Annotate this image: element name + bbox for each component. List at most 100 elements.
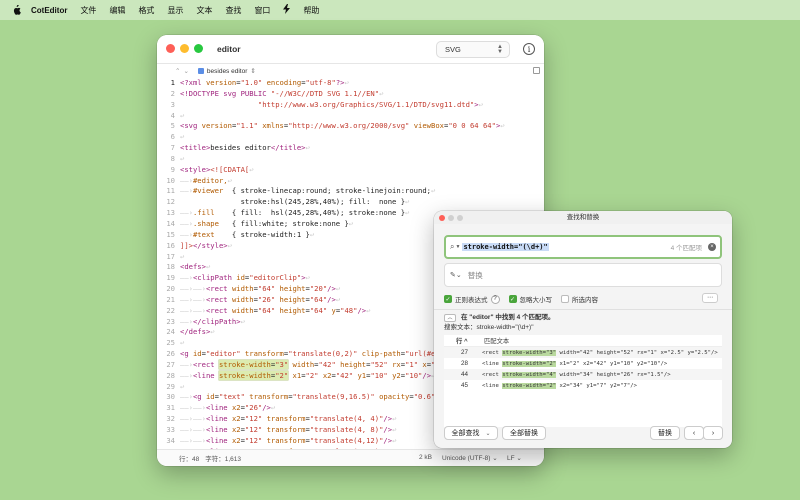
- code-line[interactable]: 10 ——›#editor,↩: [157, 176, 544, 187]
- code-text[interactable]: ——›——›<line x2="12" transform="translate…: [175, 425, 396, 436]
- code-text[interactable]: <svg version="1.1" xmlns="http://www.w3.…: [175, 121, 505, 132]
- code-text[interactable]: ——›——›<rect width="64" height="64" y="48…: [175, 306, 370, 317]
- result-row[interactable]: 28 <line stroke-width="2" x1="2" x2="42" …: [444, 358, 722, 369]
- code-text[interactable]: ↩: [175, 111, 184, 122]
- outline-menu[interactable]: besides editor ⇕: [197, 67, 256, 75]
- line-number: 7: [170, 143, 175, 153]
- encoding-popup[interactable]: Unicode (UTF-8) ⌄: [442, 454, 498, 462]
- result-context: <rect stroke-width="4" width="34" height…: [482, 371, 671, 378]
- search-icon[interactable]: ⌕: [450, 242, 454, 252]
- in-selection-option[interactable]: 所选内容: [561, 294, 598, 304]
- code-line[interactable]: 8 ↩: [157, 154, 544, 165]
- menu-file[interactable]: 文件: [80, 5, 96, 16]
- line-number: 31: [166, 403, 175, 413]
- code-text[interactable]: ↩: [175, 382, 184, 393]
- code-text[interactable]: ——›——›<rect width="64" height="20"/>↩: [175, 284, 340, 295]
- code-text[interactable]: ——›——›<line x2="12" transform="translate…: [175, 436, 396, 447]
- replace-all-button[interactable]: 全部替换: [502, 426, 546, 440]
- more-options-icon[interactable]: ⋯: [702, 293, 718, 303]
- code-text[interactable]: ——›——›<line x2="26"/>↩: [175, 403, 275, 414]
- results-table[interactable]: 行 ^ 匹配文本 27 <rect stroke-width="3" width=…: [444, 335, 722, 427]
- menu-text[interactable]: 文本: [196, 5, 212, 16]
- result-row[interactable]: 27 <rect stroke-width="3" width="42" heig…: [444, 347, 722, 358]
- chevron-down-icon[interactable]: ▼: [455, 244, 460, 250]
- code-text[interactable]: ↩: [175, 252, 184, 263]
- code-text[interactable]: ——›<rect stroke-width="3" width="42" hei…: [175, 359, 466, 371]
- code-text[interactable]: <?xml version="1.0" encoding="utf-8"?>↩: [175, 78, 349, 89]
- code-line[interactable]: 11 ——›#viewer { stroke-linecap:round; str…: [157, 186, 544, 197]
- code-text[interactable]: ——›#viewer { stroke-linecap:round; strok…: [175, 186, 435, 197]
- menu-window[interactable]: 窗口: [254, 5, 270, 16]
- clear-icon[interactable]: ×: [708, 243, 716, 251]
- result-row[interactable]: 44 <rect stroke-width="4" width="34" heig…: [444, 369, 722, 380]
- line-number: 5: [170, 121, 175, 131]
- zoom-button[interactable]: [194, 44, 203, 53]
- code-line[interactable]: 12 stroke:hsl(245,28%,40%); fill: none }…: [157, 197, 544, 208]
- menu-find[interactable]: 查找: [225, 5, 241, 16]
- code-text[interactable]: ——›——›<line x2="12" transform="translate…: [175, 414, 396, 425]
- in-selection-checkbox[interactable]: [561, 295, 569, 303]
- code-line[interactable]: 2 <!DOCTYPE svg PUBLIC "-//W3C//DTD SVG 1…: [157, 89, 544, 100]
- close-button[interactable]: [166, 44, 175, 53]
- code-text[interactable]: ——›.shape { fill:white; stroke:none }↩: [175, 219, 353, 230]
- ignore-case-option[interactable]: ✓ 忽略大小写: [508, 294, 552, 304]
- previous-button[interactable]: ‹: [684, 426, 704, 440]
- code-text[interactable]: <style><![CDATA[↩: [175, 165, 254, 176]
- code-text[interactable]: ]]></style>↩: [175, 241, 232, 252]
- menu-app[interactable]: CotEditor: [31, 6, 67, 15]
- help-icon[interactable]: ?: [490, 294, 500, 304]
- find-field[interactable]: ⌕ ▼ stroke-width="(\d+)" 4 个匹配项 ×: [444, 235, 722, 259]
- code-text[interactable]: stroke:hsl(245,28%,40%); fill: none }↩: [175, 197, 410, 208]
- code-text[interactable]: ——›#text { stroke-width:1 }↩: [175, 230, 314, 241]
- menu-help[interactable]: 帮助: [303, 5, 319, 16]
- apple-icon[interactable]: [12, 5, 22, 15]
- split-pane-icon[interactable]: [533, 67, 540, 74]
- code-text[interactable]: <defs>↩: [175, 262, 210, 273]
- code-line[interactable]: 7 <title>besides editor</title>↩: [157, 143, 544, 154]
- panel-close-button[interactable]: [439, 215, 445, 221]
- code-text[interactable]: <!DOCTYPE svg PUBLIC "-//W3C//DTD SVG 1.…: [175, 89, 383, 100]
- code-text[interactable]: ——›.fill { fill: hsl(245,28%,40%); strok…: [175, 208, 409, 219]
- regex-option[interactable]: ✓ 正则表达式 ?: [444, 294, 500, 304]
- menu-edit[interactable]: 编辑: [109, 5, 125, 16]
- code-text[interactable]: "http://www.w3.org/Graphics/SVG/1.1/DTD/…: [175, 100, 483, 111]
- ignore-case-checkbox[interactable]: ✓: [508, 295, 517, 303]
- context-column-header[interactable]: 匹配文本: [472, 336, 509, 345]
- find-all-button[interactable]: 全部查找 ⌄: [444, 426, 498, 440]
- code-line[interactable]: 3 "http://www.w3.org/Graphics/SVG/1.1/DT…: [157, 100, 544, 111]
- code-text[interactable]: </defs>↩: [175, 327, 215, 338]
- chevron-down-icon[interactable]: ⌄: [485, 430, 490, 437]
- code-text[interactable]: <title>besides editor</title>↩: [175, 143, 310, 154]
- replace-history-icon[interactable]: ✎⌄: [450, 271, 462, 279]
- code-line[interactable]: 1 <?xml version="1.0" encoding="utf-8"?>↩: [157, 78, 544, 89]
- code-text[interactable]: ——›<clipPath id="editorClip">↩: [175, 273, 310, 284]
- code-text[interactable]: ——›——›<rect width="26" height="64"/>↩: [175, 295, 340, 306]
- code-line[interactable]: 5 <svg version="1.1" xmlns="http://www.w3…: [157, 121, 544, 132]
- code-line[interactable]: 4 ↩: [157, 111, 544, 122]
- code-text[interactable]: ——›</clipPath>↩: [175, 317, 245, 328]
- syntax-select[interactable]: SVG ▲ ▼: [436, 41, 510, 58]
- menu-view[interactable]: 显示: [167, 5, 183, 16]
- code-text[interactable]: ——›#editor,↩: [175, 176, 232, 187]
- result-row[interactable]: 45 <line stroke-width="2" x2="34" y1="7" …: [444, 380, 722, 391]
- outline-nav-arrows-icon[interactable]: ⌃⌄: [175, 67, 192, 75]
- bolt-icon[interactable]: [283, 4, 291, 16]
- menu-format[interactable]: 格式: [138, 5, 154, 16]
- line-ending-popup[interactable]: LF ⌄: [507, 454, 522, 462]
- info-icon[interactable]: i: [523, 43, 535, 55]
- code-text[interactable]: ↩: [175, 132, 184, 143]
- code-text[interactable]: ——›<line stroke-width="2" x1="2" x2="42"…: [175, 370, 435, 382]
- code-line[interactable]: 9 <style><![CDATA[↩: [157, 165, 544, 176]
- minimize-button[interactable]: [180, 44, 189, 53]
- replace-field[interactable]: ✎⌄ 替换: [444, 263, 722, 287]
- code-text[interactable]: ↩: [175, 154, 184, 165]
- code-line[interactable]: 6 ↩: [157, 132, 544, 143]
- collapse-results-icon[interactable]: ︿: [444, 314, 456, 322]
- line-number: 6: [170, 132, 175, 142]
- replace-button[interactable]: 替换: [650, 426, 680, 440]
- line-column-header[interactable]: 行 ^: [444, 336, 472, 345]
- code-text[interactable]: ↩: [175, 338, 184, 349]
- regex-checkbox[interactable]: ✓: [444, 295, 452, 303]
- next-button[interactable]: ›: [703, 426, 723, 440]
- code-text[interactable]: ——›<g id="text" transform="translate(9,1…: [175, 392, 444, 403]
